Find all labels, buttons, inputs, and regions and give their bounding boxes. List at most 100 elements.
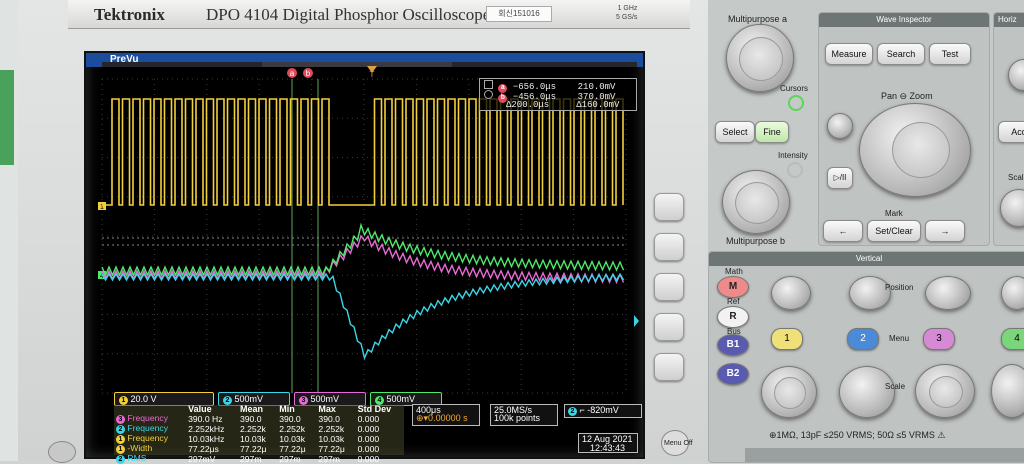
meas-value: 10.03kHz bbox=[188, 433, 225, 444]
meas-std: 0.000 bbox=[357, 433, 380, 444]
cursor-readout: a −656.0μs 210.0mV b −456.0μs 370.0mV Δ2… bbox=[479, 78, 637, 111]
ch4-position-knob[interactable] bbox=[1001, 276, 1024, 310]
meas-channel-badge: 2 bbox=[116, 425, 125, 434]
side-button-4[interactable] bbox=[654, 313, 684, 341]
bus-b2-button[interactable]: B2 bbox=[717, 363, 749, 385]
meas-channel-badge: 1 bbox=[116, 435, 125, 444]
model-title: DPO 4104 Digital Phosphor Oscilloscope bbox=[206, 5, 491, 24]
horizontal-position-knob[interactable] bbox=[1008, 59, 1024, 91]
date-time: 12 Aug 2021 12:43:43 bbox=[578, 433, 638, 453]
meas-header-value: Value bbox=[188, 404, 212, 414]
acquire-button[interactable]: Acq bbox=[998, 121, 1024, 143]
ch2-scale-knob[interactable] bbox=[839, 366, 895, 418]
bus-b1-button[interactable]: B1 bbox=[717, 334, 749, 356]
ch3-position-knob[interactable] bbox=[925, 276, 971, 310]
meas-max: 10.03k bbox=[318, 433, 345, 444]
meas-value: 2.252kHz bbox=[188, 423, 225, 434]
meas-max: 390.0 bbox=[318, 413, 340, 424]
cursor-a-icon bbox=[484, 80, 493, 89]
front-panel: Multipurpose a Cursors Select Fine Inten… bbox=[708, 0, 1024, 463]
pan-zoom-knob[interactable] bbox=[859, 103, 971, 197]
wave-inspector-title: Wave Inspector bbox=[819, 13, 989, 27]
timebase-box[interactable]: 400μs ⊕▾0.00000 s bbox=[412, 404, 480, 426]
measure-button[interactable]: Measure bbox=[825, 43, 873, 65]
ch1-position-knob[interactable] bbox=[771, 276, 811, 310]
cursor-b-icon bbox=[484, 90, 493, 99]
calibration-sticker: 회신151016 bbox=[486, 6, 552, 22]
multipurpose-a-knob[interactable] bbox=[726, 24, 794, 92]
power-knob[interactable] bbox=[48, 441, 76, 463]
intensity-label: Intensity bbox=[778, 151, 808, 160]
meas-channel-badge: 2 bbox=[116, 455, 125, 464]
meas-header-max: Max bbox=[318, 404, 336, 414]
measurement-row: 2 RMS 297mV 297m 297m 297m 0.000 bbox=[114, 454, 404, 464]
ch3-scale-knob[interactable] bbox=[915, 364, 975, 418]
scope-display: PreVu a b T 1 4 a −656.0μs 210.0mV b −45… bbox=[84, 51, 645, 464]
ch4-menu-button[interactable]: 4 bbox=[1001, 328, 1024, 350]
ch2-menu-button[interactable]: 2 bbox=[847, 328, 879, 350]
multipurpose-a-label: Multipurpose a bbox=[728, 14, 788, 24]
meas-min: 2.252k bbox=[279, 423, 306, 434]
position-label: Position bbox=[885, 283, 914, 292]
math-button[interactable]: M bbox=[717, 276, 749, 298]
prev-mark-button[interactable]: ← bbox=[823, 220, 863, 242]
meas-std: 0.000 bbox=[357, 423, 380, 434]
ref-button[interactable]: R bbox=[717, 306, 749, 328]
play-pause-button[interactable]: ▷/II bbox=[827, 167, 853, 189]
time: 12:43:43 bbox=[590, 443, 626, 453]
ch1-menu-button[interactable]: 1 bbox=[771, 328, 803, 350]
horizontal-scale-label: Scal bbox=[1008, 173, 1024, 182]
select-button[interactable]: Select bbox=[715, 121, 755, 143]
vertical-group: Vertical Math M Ref R Bus B1 B2 Position… bbox=[708, 251, 1024, 463]
bench-background bbox=[0, 0, 18, 461]
meas-name: 2 RMS bbox=[114, 454, 186, 464]
ch1-waveform bbox=[102, 98, 624, 206]
trigger-position-label: T bbox=[370, 70, 375, 79]
meas-channel-badge: 1 bbox=[116, 445, 125, 454]
small-knob[interactable] bbox=[827, 113, 853, 139]
math-label: Math bbox=[725, 267, 743, 276]
meas-value: 77.22μs bbox=[188, 443, 219, 454]
graticule bbox=[101, 78, 627, 394]
cursors-label: Cursors bbox=[780, 84, 809, 93]
test-button[interactable]: Test bbox=[929, 43, 971, 65]
ch1-scale-knob[interactable] bbox=[761, 366, 817, 418]
side-button-2[interactable] bbox=[654, 233, 684, 261]
side-button-1[interactable] bbox=[654, 193, 684, 221]
meas-header-std: Std Dev bbox=[357, 404, 392, 414]
meas-min: 297m bbox=[279, 453, 301, 464]
meas-mean: 2.252k bbox=[239, 423, 266, 434]
cursor-delta-value: Δ160.0mV bbox=[576, 100, 620, 110]
side-button-5[interactable] bbox=[654, 353, 684, 381]
mark-label: Mark bbox=[885, 209, 903, 218]
meas-min: 10.03k bbox=[279, 433, 306, 444]
set-clear-button[interactable]: Set/Clear bbox=[867, 220, 921, 242]
trigger-slope-icon: ⌐ bbox=[579, 405, 585, 415]
ch4-scale-knob[interactable] bbox=[991, 364, 1024, 418]
spec-label: 1 GHz 5 GS/s bbox=[616, 5, 638, 21]
search-button[interactable]: Search bbox=[877, 43, 925, 65]
trigger-source: 2 bbox=[568, 407, 577, 416]
meas-mean: 297m bbox=[239, 453, 262, 464]
side-button-3[interactable] bbox=[654, 273, 684, 301]
measurement-row: 1 -Width 77.22μs 77.22μ 77.22μ 77.22μ 0.000 bbox=[114, 444, 404, 454]
cursor-b-label: b bbox=[306, 69, 311, 78]
ch3-menu-button[interactable]: 3 bbox=[923, 328, 955, 350]
ch2-waveform bbox=[101, 272, 625, 361]
trigger-box[interactable]: 2 ⌐ -820mV bbox=[564, 404, 642, 418]
channel-scale-bar: 1 20.0 V 2 500mV 3 500mV 4 500mV bbox=[114, 392, 614, 406]
ch2-position-knob[interactable] bbox=[849, 276, 891, 310]
multipurpose-b-knob[interactable] bbox=[722, 170, 790, 234]
ref-label: Ref bbox=[727, 297, 740, 306]
horizontal-scale-knob[interactable] bbox=[1000, 189, 1024, 227]
intensity-button[interactable] bbox=[787, 162, 803, 178]
meas-std: 0.000 bbox=[357, 443, 380, 454]
input-spec-label: ⊕1MΩ, 13pF ≤250 VRMS; 50Ω ≤5 VRMS ⚠ bbox=[769, 430, 946, 440]
meas-std: 0.000 bbox=[357, 453, 380, 464]
cursor-delta-time: Δ200.0μs bbox=[506, 100, 550, 110]
next-mark-button[interactable]: → bbox=[925, 220, 965, 242]
cursors-button[interactable] bbox=[788, 95, 804, 111]
fine-button[interactable]: Fine bbox=[755, 121, 789, 143]
trigger-level: -820mV bbox=[587, 405, 619, 415]
ch4-waveform bbox=[101, 222, 625, 277]
